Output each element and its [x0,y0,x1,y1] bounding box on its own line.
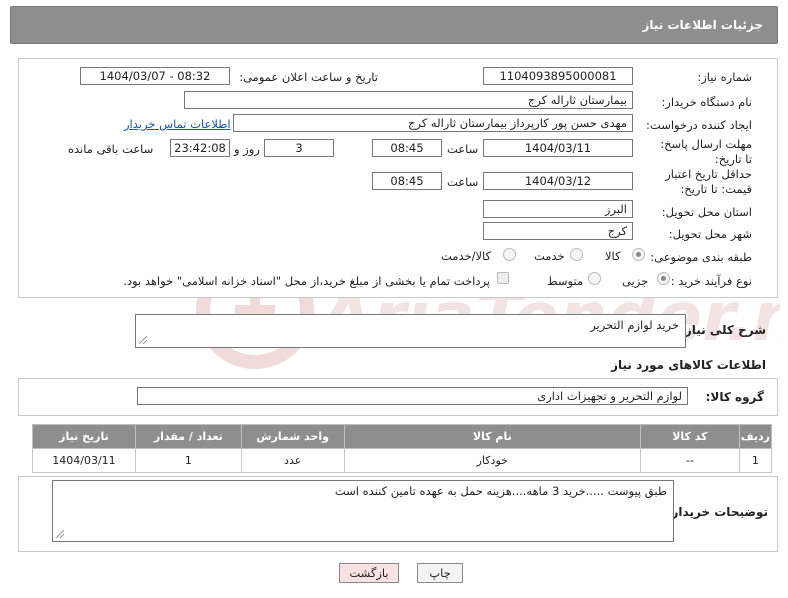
cell-code: -- [639,448,740,473]
announce-label: تاریخ و ساعت اعلان عمومی: [239,70,378,84]
col-row: ردیف [738,424,773,449]
page-header: جزئیات اطلاعات نیاز [10,6,778,44]
announce-field: 1404/03/07 - 08:32 [80,67,230,85]
goods-section-title: اطلاعات کالاهای مورد نیاز [611,358,766,372]
treasury-payment-checkbox[interactable] [497,272,509,284]
days-field: 3 [264,139,334,157]
treasury-payment-note: پرداخت تمام یا بخشی از مبلغ خرید،از محل … [123,274,490,288]
category-radio-both[interactable] [503,248,516,261]
buyer-notes-textarea[interactable]: طبق پیوست .....خرید 3 ماهه....هزینه حمل … [52,480,674,542]
price-date-field: 1404/03/12 [483,172,633,190]
process-radio-medium[interactable] [588,272,601,285]
buyer-org-field: بیمارستان ثاراله کرج [184,91,633,109]
buyer-notes-resize-grip[interactable] [56,530,64,538]
process-label: نوع فرآیند خرید : [670,274,752,288]
description-resize-grip[interactable] [139,336,147,344]
reply-time-field: 08:45 [372,139,442,157]
price-time-label: ساعت [447,175,479,189]
process-option-medium: متوسط [547,274,584,288]
print-button[interactable]: چاپ [417,563,463,583]
city-label: شهر محل تحویل: [668,227,752,241]
buyer-notes-label: توضیحات خریدار: [666,505,768,519]
cell-unit: عدد [240,448,345,473]
cell-row: 1 [738,448,773,473]
col-qty: تعداد / مقدار [134,424,242,449]
need-number-field: 1104093895000081 [483,67,633,85]
col-name: نام کالا [343,424,641,449]
goods-table-header: ردیف کد کالا نام کالا واحد شمارش تعداد /… [32,424,773,449]
price-time-field: 08:45 [372,172,442,190]
price-validity-label: حداقل تاریخ اعتبار قیمت: تا تاریخ: [665,167,752,196]
buyer-contact-link[interactable]: اطلاعات تماس خریدار [124,117,231,131]
description-textarea[interactable]: خرید لوازم التحریر [135,314,686,348]
days-label: روز و [234,142,260,156]
category-option-service: خدمت [534,249,565,263]
category-label: طبقه بندی موضوعی: [650,250,752,264]
reply-deadline-label: مهلت ارسال پاسخ: تا تاریخ: [660,137,752,166]
remaining-label: ساعت باقی مانده [68,142,154,156]
need-number-label: شماره نیاز: [697,70,752,84]
reply-time-label: ساعت [447,142,479,156]
col-date: تاریخ نیاز [32,424,136,449]
reply-date-field: 1404/03/11 [483,139,633,157]
goods-group-field: لوازم التحریر و تجهیزات اداری [137,387,688,405]
category-radio-goods[interactable] [632,248,645,261]
page-title: جزئیات اطلاعات نیاز [642,18,763,32]
table-row: 1 -- خودکار عدد 1 1404/03/11 [32,448,773,473]
back-button[interactable]: بازگشت [339,563,399,583]
col-code: کد کالا [639,424,740,449]
goods-table: ردیف کد کالا نام کالا واحد شمارش تعداد /… [32,424,773,473]
cell-date: 1404/03/11 [32,448,136,473]
remaining-time-field: 23:42:08 [170,139,230,157]
process-radio-minor[interactable] [657,272,670,285]
description-label: شرح کلی نیاز: [680,323,766,337]
process-option-minor: جزیی [622,274,649,288]
province-field: البرز [483,200,633,218]
creator-label: ایجاد کننده درخواست: [646,118,752,132]
category-radio-service[interactable] [570,248,583,261]
category-option-goods: کالا [605,249,621,263]
province-label: استان محل تحویل: [661,205,752,219]
city-field: کرج [483,222,633,240]
cell-qty: 1 [134,448,242,473]
cell-name: خودکار [343,448,641,473]
goods-group-label: گروه کالا: [705,390,764,404]
col-unit: واحد شمارش [240,424,345,449]
creator-field: مهدی حسن پور کارپرداز بیمارستان ثاراله ک… [233,114,633,132]
category-option-both: کالا/خدمت [441,249,492,263]
buyer-org-label: نام دستگاه خریدار: [661,95,752,109]
